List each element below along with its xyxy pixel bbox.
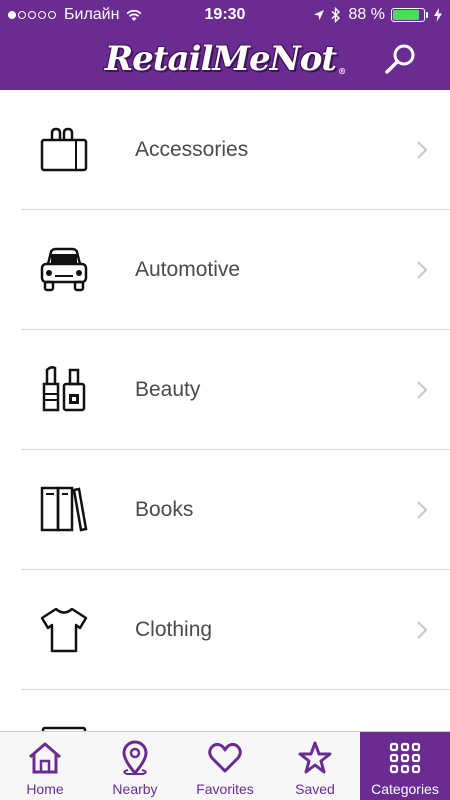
- chevron-right-icon: [417, 261, 428, 279]
- category-row-automotive[interactable]: Automotive: [0, 210, 450, 330]
- chevron-right-icon: [417, 141, 428, 159]
- category-row-books[interactable]: Books: [0, 450, 450, 570]
- status-right: 88 %: [307, 0, 442, 30]
- signal-dot: [28, 11, 36, 19]
- status-bar: Билайн 19:30 88 %: [0, 0, 450, 30]
- category-label: Accessories: [135, 138, 249, 161]
- partial-category-icon: [41, 726, 87, 731]
- grid-icon: [389, 742, 421, 774]
- tab-label: Nearby: [112, 781, 158, 797]
- category-label: Clothing: [135, 618, 213, 641]
- carrier-name: Билайн: [64, 6, 120, 23]
- battery-fill: [393, 10, 420, 20]
- nav-bar: RetailMeNot ®: [0, 30, 450, 90]
- charging-bolt-icon: [434, 8, 442, 22]
- car-icon: [40, 247, 88, 292]
- star-icon: [298, 741, 332, 774]
- tshirt-icon: [40, 607, 88, 653]
- category-row-partial[interactable]: [0, 690, 450, 731]
- heart-icon: [208, 742, 242, 773]
- tab-categories[interactable]: Categories: [360, 732, 450, 800]
- tab-label: Categories: [371, 781, 439, 797]
- search-button[interactable]: [382, 42, 418, 78]
- tab-label: Saved: [295, 781, 335, 797]
- logo-text: RetailMeNot: [104, 39, 337, 79]
- wifi-icon: [127, 9, 142, 21]
- category-row-accessories[interactable]: Accessories: [0, 90, 450, 210]
- category-label: Books: [135, 498, 194, 521]
- signal-dot: [38, 11, 46, 19]
- battery-tip: [426, 12, 428, 18]
- tab-label: Favorites: [196, 781, 254, 797]
- books-icon: [40, 486, 88, 532]
- shopping-bag-icon: [40, 127, 88, 172]
- tab-favorites[interactable]: Favorites: [180, 732, 270, 800]
- chevron-right-icon: [417, 381, 428, 399]
- chevron-right-icon: [417, 621, 428, 639]
- category-label: Automotive: [135, 258, 241, 281]
- location-arrow-icon: [313, 10, 324, 20]
- home-icon: [29, 742, 61, 774]
- tab-saved[interactable]: Saved: [270, 732, 360, 800]
- battery-icon: [391, 8, 425, 22]
- app-screen: Билайн 19:30 88 % RetailMeNot ® Accessor…: [0, 0, 450, 800]
- tab-bar: Home Nearby Favorites Saved Categories: [0, 731, 450, 800]
- tab-label: Home: [26, 781, 64, 797]
- signal-strength-icon: [8, 11, 58, 19]
- category-row-clothing[interactable]: Clothing: [0, 570, 450, 690]
- battery-percent: 88 %: [348, 6, 385, 23]
- location-pin-icon: [122, 740, 148, 776]
- tab-nearby[interactable]: Nearby: [90, 732, 180, 800]
- search-icon: [385, 44, 415, 74]
- cosmetics-icon: [42, 366, 86, 412]
- category-list: Accessories Automotive Beauty Books Clot…: [0, 90, 450, 731]
- tab-home[interactable]: Home: [0, 732, 90, 800]
- chevron-right-icon: [417, 501, 428, 519]
- logo-registered-mark: ®: [338, 66, 346, 76]
- bluetooth-icon: [331, 7, 340, 23]
- category-label: Beauty: [135, 378, 201, 401]
- signal-dot: [48, 11, 56, 19]
- status-left: Билайн: [8, 0, 143, 30]
- category-row-beauty[interactable]: Beauty: [0, 330, 450, 450]
- signal-dot: [8, 11, 16, 19]
- signal-dot: [18, 11, 26, 19]
